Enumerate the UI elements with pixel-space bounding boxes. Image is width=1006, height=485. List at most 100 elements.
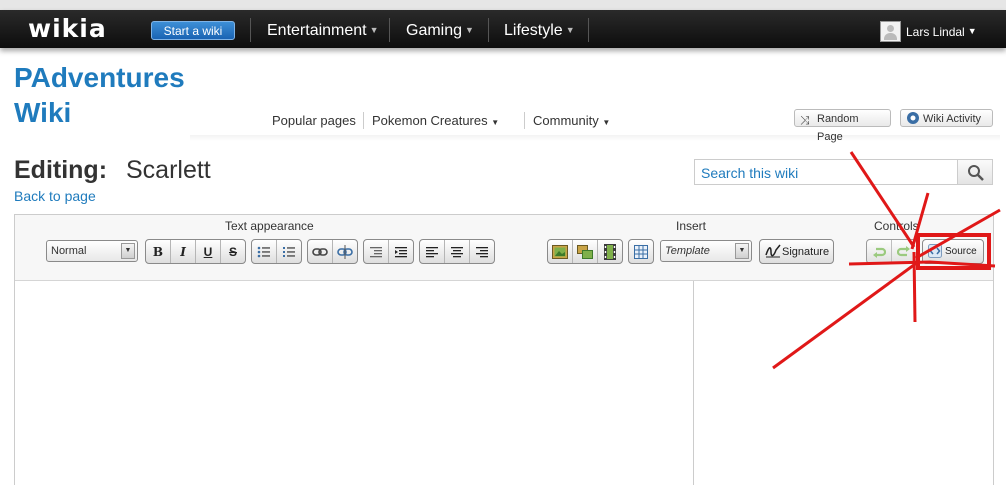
shuffle-icon: ⤨	[800, 113, 810, 127]
wiki-title-line1: PAdventures	[14, 62, 185, 93]
nav-lifestyle-label: Lifestyle	[504, 22, 563, 39]
numbered-list-button[interactable]	[277, 240, 301, 263]
history-group	[866, 239, 917, 264]
align-center-button[interactable]	[445, 240, 470, 263]
indent-group	[363, 239, 414, 264]
template-select[interactable]: Template ▼	[660, 240, 752, 262]
chevron-down-icon: ▼	[565, 25, 575, 35]
nav-gaming[interactable]: Gaming ▼	[406, 22, 474, 40]
bold-button[interactable]: B	[146, 240, 171, 263]
link-group	[307, 239, 358, 264]
insert-table-button[interactable]	[629, 240, 653, 263]
align-center-icon	[451, 246, 463, 257]
undo-button[interactable]	[867, 240, 892, 263]
wiki-nav-pokemon-label: Pokemon Creatures	[372, 113, 488, 128]
link-icon	[312, 247, 328, 256]
wiki-nav-popular-pages[interactable]: Popular pages	[272, 113, 356, 128]
wiki-activity-label: Wiki Activity	[923, 113, 982, 125]
wiki-activity-button[interactable]: Wiki Activity	[900, 109, 993, 127]
wikia-logo[interactable]: wikia	[28, 14, 107, 43]
user-avatar[interactable]	[880, 21, 901, 42]
user-menu[interactable]: Lars Lindal ▼	[906, 25, 977, 39]
link-button[interactable]	[308, 240, 333, 263]
align-group	[419, 239, 495, 264]
align-left-button[interactable]	[420, 240, 445, 263]
header-shadow	[190, 135, 1000, 141]
insert-media-group	[547, 239, 623, 264]
chevron-down-icon: ▼	[121, 243, 135, 259]
chevron-down-icon: ▼	[735, 243, 749, 259]
wiki-title[interactable]: PAdventures Wiki	[14, 60, 214, 130]
underline-button[interactable]: U	[196, 240, 221, 263]
search-field[interactable]	[694, 159, 958, 185]
wiki-nav-community[interactable]: Community ▼	[533, 113, 610, 128]
video-icon	[604, 243, 616, 260]
start-wiki-button[interactable]: Start a wiki	[151, 21, 235, 40]
source-label: Source	[945, 246, 977, 257]
nav-divider	[588, 18, 589, 42]
back-to-page-link[interactable]: Back to page	[14, 188, 96, 204]
wiki-nav-divider	[524, 112, 525, 129]
group-label-controls: Controls	[874, 219, 919, 233]
image-icon	[552, 244, 568, 259]
wiki-title-line2: Wiki	[14, 97, 72, 128]
indent-icon	[395, 246, 407, 257]
bullet-list-button[interactable]	[252, 240, 277, 263]
nav-divider	[250, 18, 251, 42]
editor-text-area[interactable]	[15, 281, 693, 485]
insert-video-button[interactable]	[598, 240, 622, 263]
outdent-button[interactable]	[364, 240, 389, 263]
undo-icon	[873, 247, 886, 258]
nav-gaming-label: Gaming	[406, 22, 463, 39]
nav-entertainment[interactable]: Entertainment ▼	[267, 22, 379, 40]
insert-image-button[interactable]	[548, 240, 573, 263]
format-select-value: Normal	[51, 245, 87, 257]
insert-gallery-button[interactable]	[573, 240, 598, 263]
table-group	[628, 239, 654, 264]
strike-button[interactable]: S	[221, 240, 245, 263]
align-left-icon	[426, 246, 438, 257]
unlink-button[interactable]	[333, 240, 357, 263]
signature-button[interactable]: Signature	[759, 239, 834, 264]
signature-icon	[765, 244, 781, 261]
nav-lifestyle[interactable]: Lifestyle ▼	[504, 22, 575, 40]
chevron-down-icon: ▼	[491, 118, 500, 127]
template-select-value: Template	[665, 245, 710, 257]
redo-icon	[897, 245, 910, 256]
search-icon	[968, 165, 984, 181]
nav-divider	[389, 18, 390, 42]
chevron-down-icon: ▼	[465, 25, 474, 35]
nav-entertainment-label: Entertainment	[267, 22, 367, 39]
group-label-insert: Insert	[676, 219, 707, 233]
wiki-nav-community-label: Community	[533, 113, 599, 128]
source-code-icon	[928, 244, 942, 261]
search-input[interactable]	[699, 161, 953, 185]
unlink-icon	[337, 244, 353, 259]
redo-button[interactable]	[892, 240, 916, 263]
search-button[interactable]	[957, 159, 993, 185]
indent-button[interactable]	[389, 240, 413, 263]
text-style-group: B I U S	[145, 239, 246, 264]
format-select[interactable]: Normal ▼	[46, 240, 138, 262]
table-icon	[634, 244, 648, 259]
editing-label: Editing:	[14, 156, 108, 184]
italic-button[interactable]: I	[171, 240, 196, 263]
source-button[interactable]: Source	[922, 239, 984, 264]
global-nav: wikia Start a wiki Entertainment ▼ Gaming…	[0, 10, 1006, 48]
align-right-button[interactable]	[470, 240, 494, 263]
random-page-button[interactable]: ⤨Random Page	[794, 109, 891, 143]
numbered-list-icon	[283, 246, 295, 257]
signature-label: Signature	[782, 245, 830, 258]
chevron-down-icon: ▼	[602, 118, 611, 127]
wiki-nav-pokemon-creatures[interactable]: Pokemon Creatures ▼	[372, 113, 499, 128]
list-group	[251, 239, 302, 264]
editor-side-panel	[694, 281, 993, 485]
group-label-text-appearance: Text appearance	[225, 219, 314, 233]
align-right-icon	[476, 246, 488, 257]
bullet-list-icon	[257, 246, 270, 257]
chevron-down-icon: ▼	[967, 26, 977, 36]
user-name-label: Lars Lindal	[906, 25, 965, 39]
chevron-down-icon: ▼	[369, 25, 379, 35]
activity-icon	[906, 111, 920, 130]
nav-divider	[488, 18, 489, 42]
